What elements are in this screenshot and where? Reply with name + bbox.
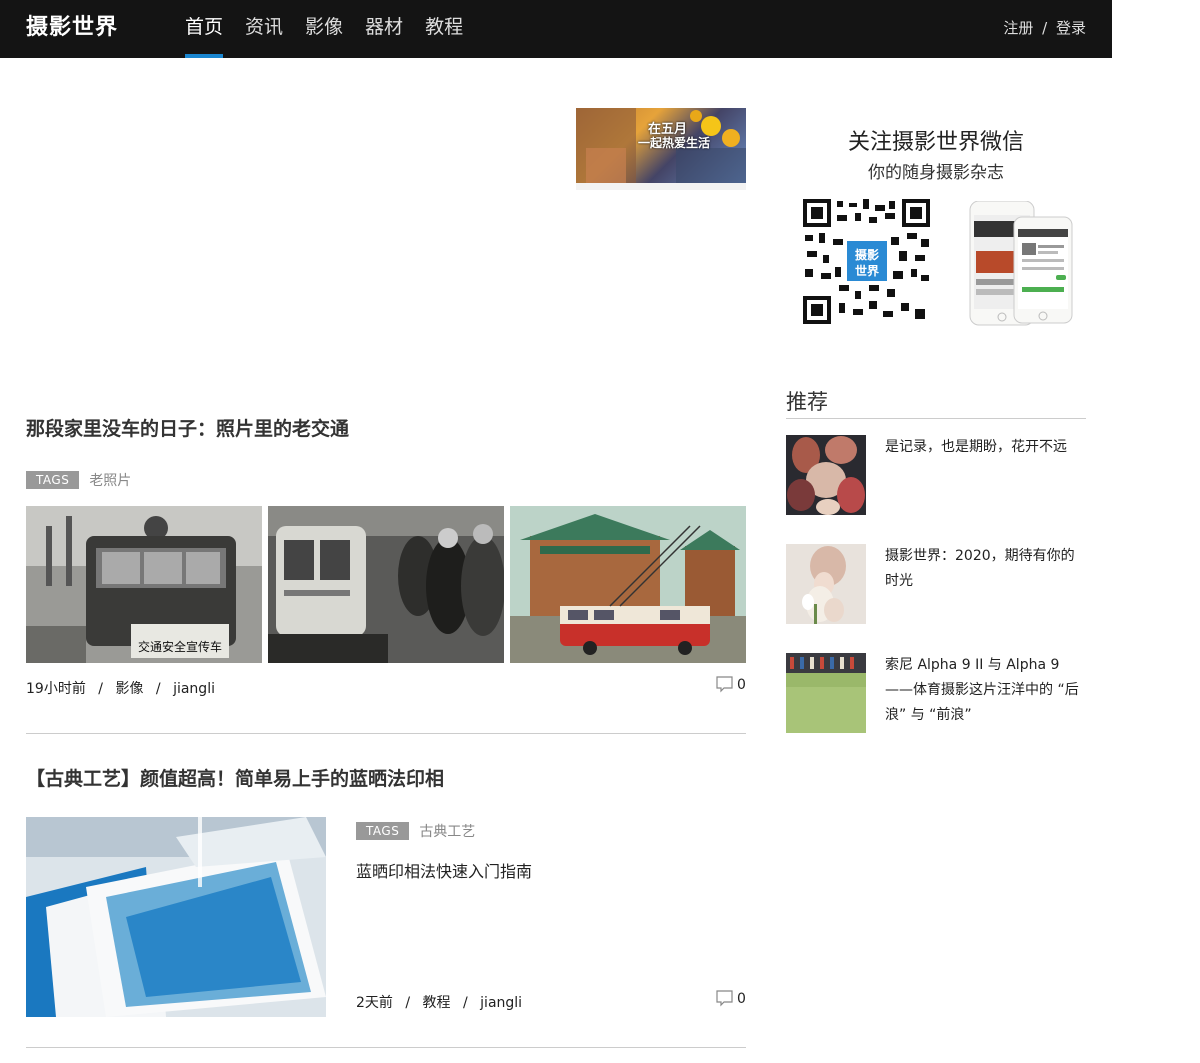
tags-badge: TAGS bbox=[26, 471, 80, 489]
qr-label-2: 世界 bbox=[855, 263, 879, 278]
post-time: 19小时前 bbox=[26, 681, 86, 697]
ad-headline-2: 一起热爱生活 bbox=[638, 136, 711, 150]
nav-item-gear[interactable]: 器材 bbox=[365, 0, 403, 58]
main-nav: 首页 资讯 影像 器材 教程 bbox=[185, 0, 485, 58]
nav-item-news[interactable]: 资讯 bbox=[245, 0, 283, 58]
ad-footer-strip bbox=[576, 183, 746, 190]
recommend-thumb bbox=[786, 653, 866, 733]
article-divider bbox=[26, 733, 746, 734]
tags-badge: TAGS bbox=[356, 822, 410, 840]
comment-icon bbox=[716, 676, 733, 693]
post-category-link[interactable]: 教程 bbox=[423, 995, 451, 1011]
article-2-tags: TAGS 古典工艺 bbox=[356, 821, 475, 841]
wechat-subtitle: 你的随身摄影杂志 bbox=[868, 163, 1004, 183]
article-title-1[interactable]: 那段家里没车的日子：照片里的老交通 bbox=[26, 414, 349, 441]
post-time: 2天前 bbox=[356, 995, 393, 1011]
article-1-photo-subway[interactable] bbox=[268, 506, 504, 663]
post-category-link[interactable]: 影像 bbox=[115, 681, 143, 697]
recommend-heading: 推荐 bbox=[786, 390, 828, 414]
article-2-excerpt: 蓝晒印相法快速入门指南 bbox=[356, 862, 533, 881]
wechat-title: 关注摄影世界微信 bbox=[847, 130, 1024, 155]
meta-separator: / bbox=[405, 995, 411, 1011]
nav-item-images[interactable]: 影像 bbox=[305, 0, 343, 58]
recommend-item-2[interactable]: 摄影世界：2020，期待有你的时光 bbox=[786, 544, 1086, 624]
article-1-photo-trolleybus[interactable] bbox=[510, 506, 746, 663]
recommend-item-3[interactable]: 索尼 Alpha 9 II 与 Alpha 9 ——体育摄影这片汪洋中的 “后浪… bbox=[786, 653, 1086, 733]
comment-count: 0 bbox=[737, 676, 746, 693]
ad-banner[interactable]: 在五月 一起热爱生活 bbox=[576, 108, 746, 190]
article-1-tags: TAGS 老照片 bbox=[26, 470, 131, 490]
meta-separator: / bbox=[463, 995, 468, 1011]
tag-link[interactable]: 古典工艺 bbox=[419, 821, 475, 841]
recommend-thumb bbox=[786, 544, 866, 624]
recommend-divider bbox=[786, 418, 1086, 419]
nav-item-tutorials[interactable]: 教程 bbox=[425, 0, 463, 58]
recommend-item-title: 是记录，也是期盼，花开不远 bbox=[885, 439, 1067, 455]
nav-item-home[interactable]: 首页 bbox=[185, 0, 224, 58]
recommend-thumb bbox=[786, 435, 866, 515]
qr-code-icon: 摄影 世界 bbox=[803, 199, 930, 324]
auth-separator: / bbox=[1042, 19, 1048, 37]
article-1-comments[interactable]: 0 bbox=[716, 676, 746, 693]
bus-sign-text: 交通安全宣传车 bbox=[138, 639, 222, 654]
article-2-meta: 2天前 / 教程 / jiangli bbox=[356, 992, 522, 1012]
comment-count: 0 bbox=[737, 990, 746, 1007]
auth-links: 注册 / 登录 bbox=[1003, 0, 1086, 56]
article-title-2[interactable]: 【古典工艺】颜值超高！简单易上手的蓝晒法印相 bbox=[26, 764, 444, 791]
wechat-follow-panel: 关注摄影世界微信 你的随身摄影杂志 摄影 世界 bbox=[786, 108, 1086, 333]
article-1-meta: 19小时前 / 影像 / jiangli bbox=[26, 678, 215, 698]
qr-label-1: 摄影 bbox=[855, 247, 879, 262]
register-link[interactable]: 注册 bbox=[1003, 19, 1033, 37]
top-navigation-bar: 摄影世界 首页 资讯 影像 器材 教程 注册 / 登录 bbox=[0, 0, 1112, 58]
comment-icon bbox=[716, 990, 733, 1007]
meta-separator: / bbox=[98, 681, 103, 697]
meta-separator: / bbox=[155, 681, 161, 697]
post-author-link[interactable]: jiangli bbox=[173, 681, 215, 697]
site-logo[interactable]: 摄影世界 bbox=[26, 15, 118, 41]
login-link[interactable]: 登录 bbox=[1056, 19, 1086, 37]
article-divider bbox=[26, 1047, 746, 1048]
recommend-item-1[interactable]: 是记录，也是期盼，花开不远 bbox=[786, 435, 1086, 515]
article-2-comments[interactable]: 0 bbox=[716, 990, 746, 1007]
recommend-item-title: 摄影世界：2020，期待有你的时光 bbox=[885, 548, 1075, 589]
tag-link[interactable]: 老照片 bbox=[89, 470, 131, 490]
article-1-photo-bus[interactable]: 交通安全宣传车 bbox=[26, 506, 262, 663]
phone-mockup-icon bbox=[968, 200, 1076, 328]
article-2-photo-cyanotype[interactable] bbox=[26, 817, 326, 1017]
recommend-item-title: 索尼 Alpha 9 II 与 Alpha 9 ——体育摄影这片汪洋中的 “后浪… bbox=[885, 657, 1079, 723]
post-author-link[interactable]: jiangli bbox=[480, 995, 522, 1011]
ad-banner-image: 在五月 一起热爱生活 bbox=[576, 108, 746, 183]
